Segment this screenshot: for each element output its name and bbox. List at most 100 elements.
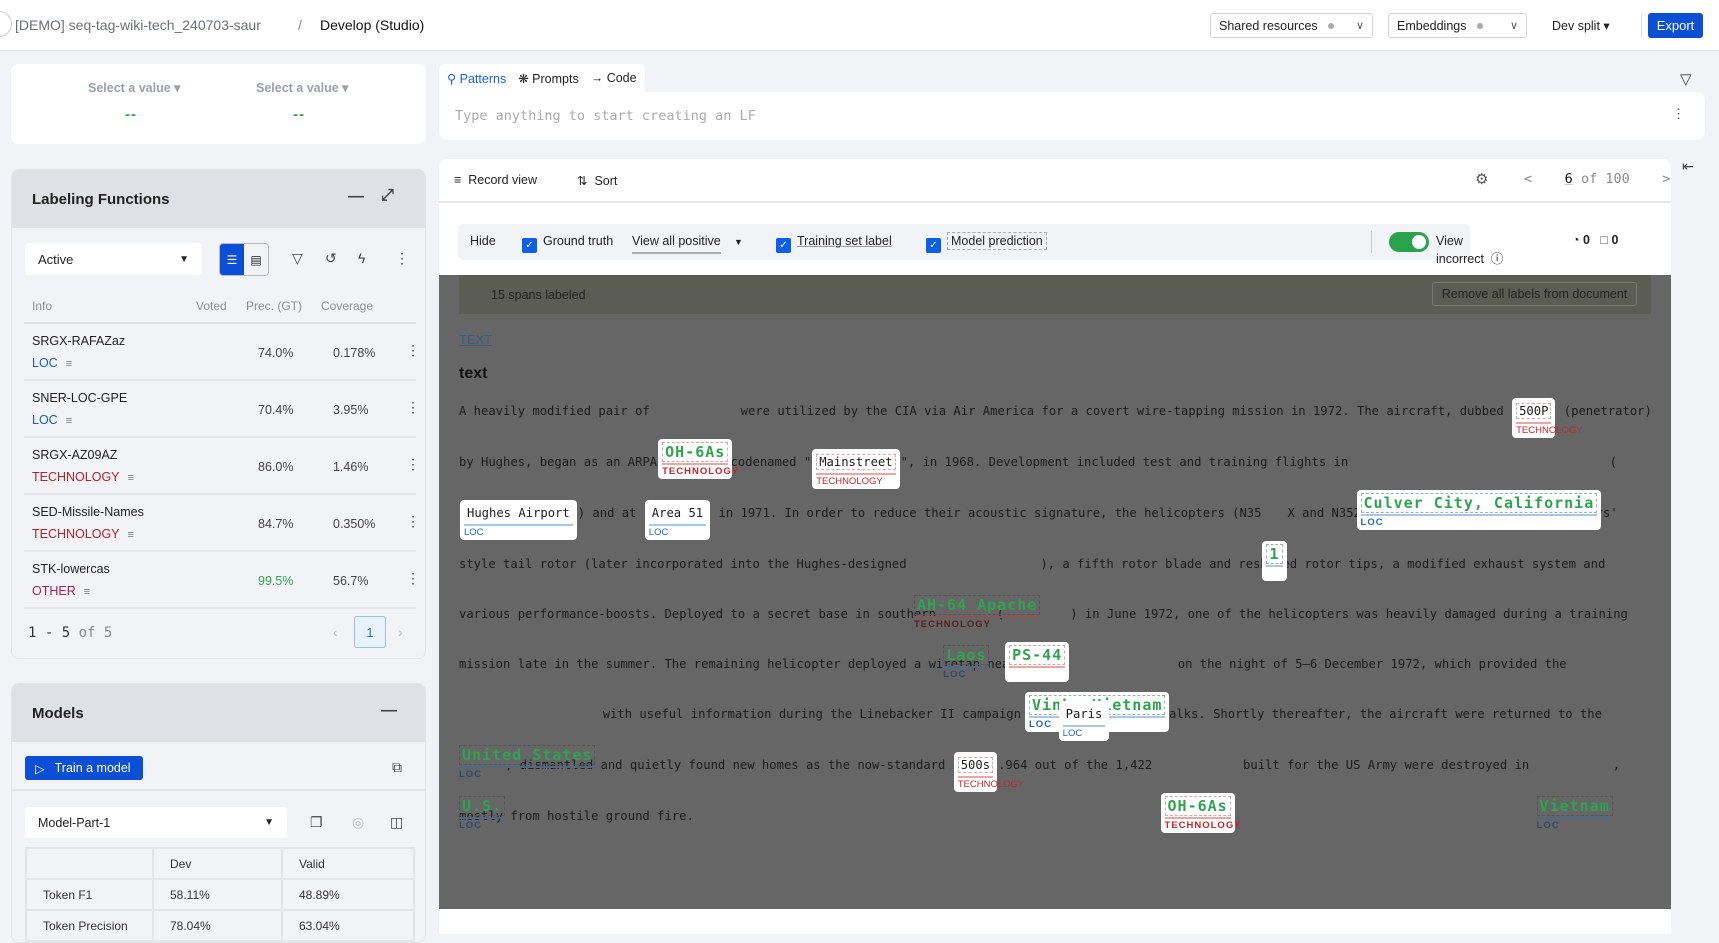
labeled-span[interactable]: Culver City, California LOC — [1356, 490, 1602, 530]
labeled-span[interactable]: Paris LOC — [1058, 701, 1110, 741]
bar-view-icon[interactable]: ▤ — [244, 244, 268, 275]
copy-icon[interactable]: ❐ — [310, 814, 323, 831]
lightning-icon[interactable]: ϟ — [358, 250, 365, 266]
labeled-span[interactable]: AH-64 Apache TECHNOLOGY — [913, 595, 1041, 632]
span-text: OH-6As — [662, 442, 729, 462]
text-segment: in 1971. In order to reduce their acoust… — [711, 506, 1262, 520]
more-icon[interactable]: ⋮ — [406, 513, 420, 530]
next-record-icon[interactable]: > — [1662, 171, 1670, 187]
lf-row[interactable]: STK-lowercas OTHER ≡ 99.5% 56.7% ⋮ — [24, 552, 420, 609]
lf-row[interactable]: SED-Missile-Names TECHNOLOGY ≡ 84.7% 0.35… — [24, 495, 420, 552]
caret-down-icon: ▼ — [264, 817, 274, 828]
lf-row[interactable]: SRGX-AZ09AZ TECHNOLOGY ≡ 86.0% 1.46% ⋮ — [24, 438, 420, 495]
span-underline — [464, 524, 573, 526]
list-view-icon[interactable]: ☰ — [220, 244, 244, 275]
labeled-span[interactable]: Laos LOC — [943, 645, 990, 682]
tab-code[interactable]: → Code — [591, 71, 637, 85]
more-icon[interactable]: ⋮ — [406, 399, 420, 416]
columns-icon[interactable]: ◫ — [390, 814, 403, 831]
document-text[interactable]: A heavily modified pair of OH-6As TECHNOL… — [459, 387, 1655, 840]
labeled-span[interactable]: Mainstreet TECHNOLOGY — [812, 449, 900, 489]
open-external-icon[interactable]: ⧉ — [392, 759, 402, 776]
labeled-span[interactable]: United States LOC — [459, 745, 596, 782]
lf-row[interactable]: SRGX-RAFAZaz LOC ≡ 74.0% 0.178% ⋮ — [24, 324, 420, 381]
span-underline — [1164, 817, 1231, 819]
breadcrumb-project[interactable]: [DEMO] seq-tag-wiki-tech_240703-saur — [15, 17, 261, 33]
embeddings-dropdown[interactable]: Embeddings ∨ — [1388, 13, 1527, 38]
lf-name: SRGX-RAFAZaz — [32, 334, 126, 348]
page-1-button[interactable]: 1 — [354, 616, 386, 648]
model-select[interactable]: Model-Part-1 ▼ — [25, 807, 287, 838]
top-bar: [DEMO] seq-tag-wiki-tech_240703-saur / D… — [0, 0, 1719, 51]
split-dropdown[interactable]: Dev split ▾ — [1552, 18, 1610, 33]
collapse-panel-icon[interactable]: ⇤ — [1682, 158, 1694, 175]
prev-record-icon[interactable]: < — [1524, 171, 1532, 187]
remove-all-labels-button[interactable]: Remove all labels from document — [1432, 282, 1637, 306]
labeled-span[interactable]: OH-6As TECHNOLOGY — [1160, 793, 1241, 833]
filter-icon[interactable]: ▽ — [292, 250, 303, 267]
field-link[interactable]: TEXT — [459, 332, 492, 347]
record-view-button[interactable]: ≡ Record view — [454, 173, 537, 187]
back-button[interactable] — [0, 11, 12, 37]
hide-button[interactable]: Hide — [470, 234, 496, 248]
metric-select-2[interactable]: Select a value ▾ — [256, 80, 348, 95]
metric-valid: 48.89% — [281, 878, 415, 911]
training-set-label-checkbox[interactable]: ✓ Training set label — [776, 234, 892, 253]
text-segment: ", in 1968. Development included test an… — [900, 455, 1356, 469]
comment-icon[interactable]: □ — [1600, 233, 1608, 247]
train-model-button[interactable]: ▷ Train a model — [25, 756, 143, 780]
refresh-icon[interactable]: ↺ — [325, 250, 337, 267]
expand-icon[interactable]: ⤢ — [381, 187, 394, 205]
fingerprint-icon[interactable]: ◎ — [352, 814, 364, 831]
caret-down-icon[interactable]: ▼ — [734, 237, 743, 247]
settings-icon[interactable]: ⚙ — [1475, 170, 1488, 188]
metric-select-1[interactable]: Select a value ▾ — [88, 80, 180, 95]
labeled-span[interactable]: OH-6As TECHNOLOGY — [658, 439, 738, 479]
minimize-icon[interactable]: — — [348, 188, 364, 206]
sort-button[interactable]: ⇅ Sort — [577, 173, 617, 188]
span-label: LOC — [459, 820, 483, 831]
lf-coverage: 1.46% — [333, 460, 369, 474]
shared-resources-dropdown[interactable]: Shared resources ∨ — [1210, 13, 1373, 38]
span-label: LOC — [648, 527, 669, 538]
span-text: AH-64 Apache — [913, 595, 1041, 615]
tab-prompts[interactable]: ❋ Prompts — [518, 71, 579, 86]
pie-chart-icon[interactable]: ◔ — [1572, 233, 1580, 247]
model-prediction-checkbox[interactable]: ✓ Model prediction — [926, 232, 1047, 253]
lf-status-select[interactable]: Active ▼ — [25, 243, 202, 275]
labeled-span[interactable]: 500P TECHNOLOGY — [1512, 398, 1583, 438]
labeled-span[interactable]: Vietnam LOC — [1536, 796, 1613, 833]
labeled-span[interactable]: U.S. LOC — [459, 796, 506, 833]
span-text: OH-6As — [1164, 796, 1231, 816]
span-label: LOC — [1536, 820, 1560, 831]
next-page-icon[interactable]: › — [398, 624, 403, 640]
labeled-span[interactable]: Hughes Airport LOC — [460, 500, 577, 540]
info-icon[interactable]: ⓘ — [1491, 252, 1504, 266]
model-prediction-label: Model prediction — [947, 232, 1047, 250]
more-icon[interactable]: ⋮ — [406, 570, 420, 587]
labeled-span[interactable]: 1 — [1262, 541, 1287, 581]
view-mode-dropdown[interactable]: View all positive — [632, 234, 721, 254]
labeled-span[interactable]: Area 51 LOC — [644, 500, 711, 540]
lf-name: STK-lowercas — [32, 562, 110, 576]
prev-page-icon[interactable]: ‹ — [333, 624, 338, 640]
minimize-icon[interactable]: — — [381, 702, 397, 720]
labeled-span[interactable]: 500s TECHNOLOGY — [953, 752, 1024, 792]
labeled-span[interactable]: PS-44 — [1005, 642, 1070, 682]
more-icon[interactable]: ⋮ — [1672, 106, 1685, 122]
more-icon[interactable]: ⋮ — [406, 342, 420, 359]
lf-status-value: Active — [38, 251, 74, 267]
table-row: Token F1 58.11% 48.89% — [25, 878, 415, 911]
lf-row[interactable]: SNER-LOC-GPE LOC ≡ 70.4% 3.95% ⋮ — [24, 381, 420, 438]
view-incorrect-toggle[interactable] — [1389, 232, 1429, 252]
view-toggle[interactable]: ☰ ▤ — [219, 243, 269, 276]
lf-pattern-input[interactable]: Type anything to start creating an LF — [439, 92, 1705, 140]
record-current-input[interactable]: 6 — [1565, 171, 1573, 187]
ground-truth-checkbox[interactable]: ✓ Ground truth — [522, 234, 613, 253]
tab-patterns[interactable]: ⚲ Patterns — [447, 71, 506, 86]
more-icon[interactable]: ⋮ — [395, 250, 409, 267]
more-icon[interactable]: ⋮ — [406, 456, 420, 473]
lf-name: SRGX-AZ09AZ — [32, 448, 118, 462]
export-button[interactable]: Export — [1648, 13, 1703, 38]
filter-icon[interactable]: ▽ — [1680, 70, 1692, 88]
